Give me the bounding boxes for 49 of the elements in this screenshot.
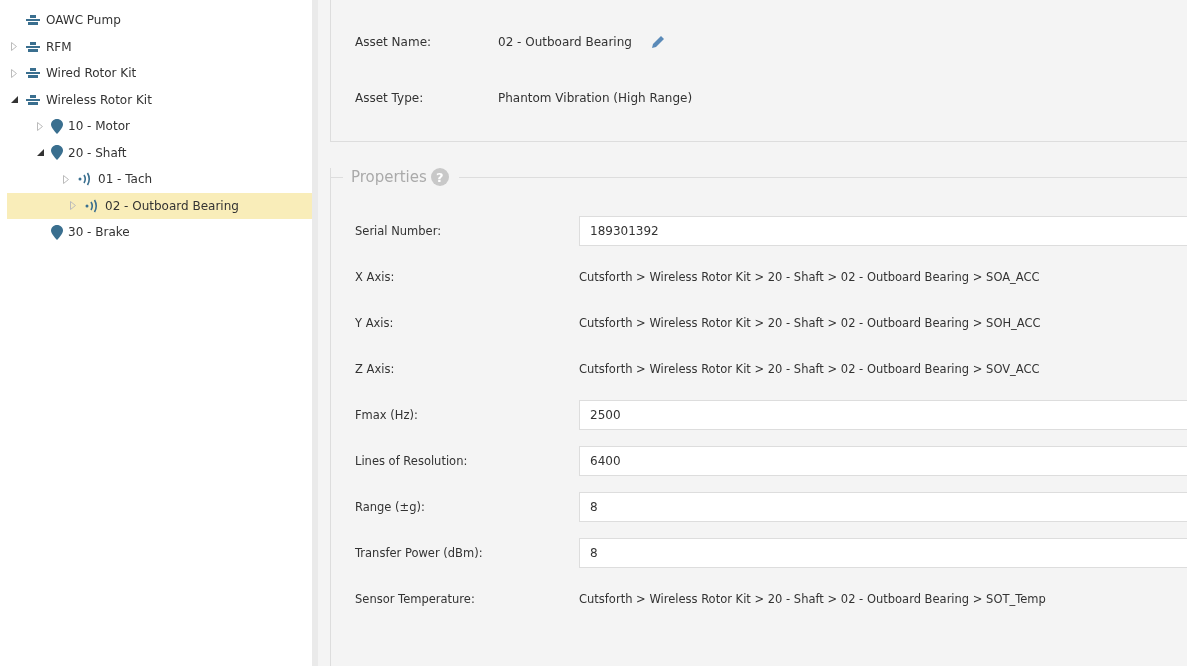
properties-title: Properties: [351, 168, 427, 186]
machine-icon: [25, 93, 41, 106]
map-pin-icon: [51, 145, 63, 161]
signal-icon: [84, 197, 100, 214]
property-label: Z Axis:: [355, 362, 396, 376]
input-field[interactable]: 8: [579, 538, 1187, 568]
property-label: Range (±g):: [355, 500, 426, 514]
property-label: Lines of Resolution:: [355, 454, 469, 468]
expand-arrow-icon[interactable]: [37, 121, 43, 131]
input-field[interactable]: 2500: [579, 400, 1187, 430]
property-value: Cutsforth > Wireless Rotor Kit > 20 - Shaft > 02 - Outboard Bearing > SOV_ACC: [579, 362, 1040, 376]
machine-icon: [25, 67, 41, 80]
expand-arrow-icon[interactable]: [11, 68, 17, 78]
asset-name-label: Asset Name:: [355, 35, 433, 49]
property-value: Cutsforth > Wireless Rotor Kit > 20 - Shaft > 02 - Outboard Bearing > SOT_Temp: [579, 592, 1046, 606]
property-label: Fmax (Hz):: [355, 408, 419, 422]
map-pin-icon: [51, 118, 63, 134]
tree-item[interactable]: 20 - Shaft: [0, 139, 312, 166]
tree-item[interactable]: 10 - Motor: [0, 113, 312, 140]
tree-item[interactable]: Wireless Rotor Kit: [0, 86, 312, 113]
expand-arrow-icon[interactable]: [70, 201, 76, 211]
property-label: X Axis:: [355, 270, 396, 284]
machine-icon: [25, 14, 41, 27]
tree-item[interactable]: 01 - Tach: [0, 166, 312, 193]
tree-item[interactable]: RFM: [0, 33, 312, 60]
property-label: Serial Number:: [355, 224, 443, 238]
pencil-icon[interactable]: [649, 34, 666, 50]
property-label: Transfer Power (dBm):: [355, 546, 484, 560]
input-field[interactable]: 6400: [579, 446, 1187, 476]
input-field[interactable]: 189301392: [579, 216, 1187, 246]
expand-arrow-icon[interactable]: [63, 174, 69, 184]
machine-icon: [25, 40, 41, 53]
expand-arrow-icon[interactable]: [11, 42, 17, 52]
asset-name-value: 02 - Outboard Bearing: [498, 35, 632, 49]
collapse-arrow-icon[interactable]: [36, 149, 44, 157]
property-label: Y Axis:: [355, 316, 395, 330]
asset-type-value: Phantom Vibration (High Range): [498, 91, 693, 105]
tree-item[interactable]: 30 - Brake: [0, 219, 312, 246]
tree-item[interactable]: 02 - Outboard Bearing: [7, 192, 312, 219]
map-pin-icon: [51, 224, 63, 240]
collapse-arrow-icon[interactable]: [10, 96, 18, 104]
property-value: Cutsforth > Wireless Rotor Kit > 20 - Shaft > 02 - Outboard Bearing > SOH_ACC: [579, 316, 1041, 330]
property-value: Cutsforth > Wireless Rotor Kit > 20 - Shaft > 02 - Outboard Bearing > SOA_ACC: [579, 270, 1040, 284]
tree-item[interactable]: Wired Rotor Kit: [0, 60, 312, 87]
input-field[interactable]: 8: [579, 492, 1187, 522]
signal-icon: [77, 171, 93, 188]
asset-type-label: Asset Type:: [355, 91, 425, 105]
tree-item[interactable]: OAWC Pump: [0, 7, 312, 34]
property-label: Sensor Temperature:: [355, 592, 476, 606]
